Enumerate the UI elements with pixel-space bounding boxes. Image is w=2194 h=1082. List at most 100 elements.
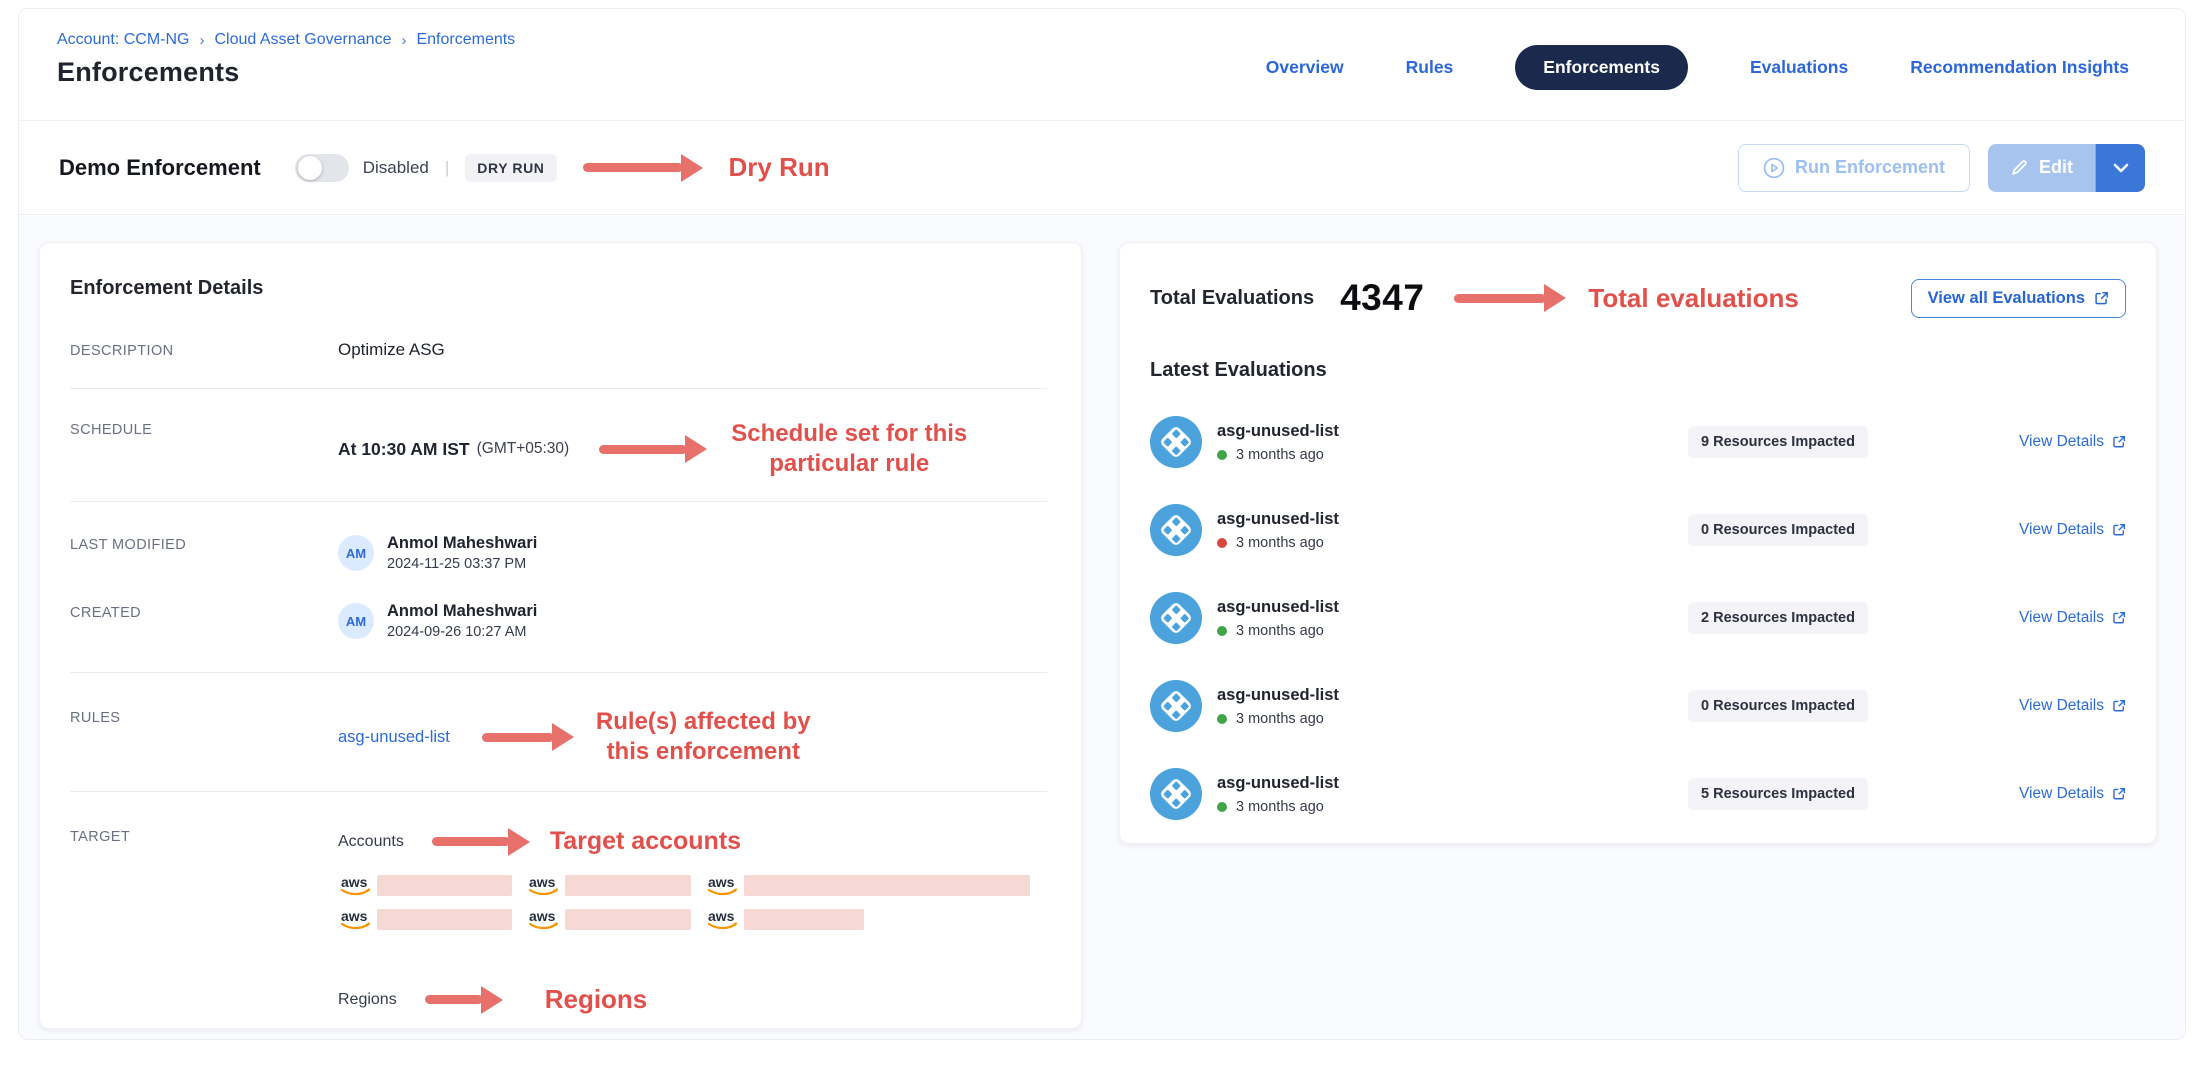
region-value: us-east-1 xyxy=(338,1038,1047,1040)
view-details-link[interactable]: View Details xyxy=(2019,433,2126,451)
play-circle-icon xyxy=(1763,157,1785,179)
view-all-evaluations-label: View all Evaluations xyxy=(1928,289,2085,308)
status-dot xyxy=(1217,626,1227,636)
aws-account-item: aws xyxy=(705,907,864,931)
edit-split-button: Edit xyxy=(1988,144,2145,192)
edit-button[interactable]: Edit xyxy=(1988,144,2095,192)
asg-rule-icon xyxy=(1150,504,1202,556)
enforcement-name: Demo Enforcement xyxy=(59,155,261,181)
annotation-arrow xyxy=(432,828,530,856)
evaluation-rule-name[interactable]: asg-unused-list xyxy=(1217,774,1339,793)
svg-text:aws: aws xyxy=(529,874,556,890)
evaluation-rule-name[interactable]: asg-unused-list xyxy=(1217,598,1339,617)
external-link-icon xyxy=(2112,435,2126,449)
accounts-label: Accounts xyxy=(338,833,404,851)
toggle-knob xyxy=(298,156,322,180)
rules-label: RULES xyxy=(70,707,338,726)
page-title: Enforcements xyxy=(57,57,239,88)
evaluation-rule-name[interactable]: asg-unused-list xyxy=(1217,510,1339,529)
external-link-icon xyxy=(2112,523,2126,537)
enforcement-toolbar: Demo Enforcement Disabled | DRY RUN Dry … xyxy=(19,121,2185,215)
divider xyxy=(70,388,1047,389)
status-dot xyxy=(1217,802,1227,812)
evaluation-row: asg-unused-list 3 months ago 2 Resources… xyxy=(1150,592,2126,644)
aws-logo-icon: aws xyxy=(338,907,374,931)
rule-link[interactable]: asg-unused-list xyxy=(338,728,450,747)
view-details-link[interactable]: View Details xyxy=(2019,521,2126,539)
external-link-icon xyxy=(2112,787,2126,801)
aws-account-item: aws xyxy=(526,907,691,931)
evaluations-card: Total Evaluations 4347 Total evaluations… xyxy=(1119,242,2157,844)
aws-logo-icon: aws xyxy=(526,873,562,897)
last-modified-row: LAST MODIFIED AM Anmol Maheshwari 2024-1… xyxy=(70,534,1047,572)
schedule-value: At 10:30 AM IST xyxy=(338,439,470,460)
tab-overview[interactable]: Overview xyxy=(1266,57,1344,78)
evaluation-row: asg-unused-list 3 months ago 9 Resources… xyxy=(1150,416,2126,468)
evaluation-row: asg-unused-list 3 months ago 0 Resources… xyxy=(1150,504,2126,556)
breadcrumb-page[interactable]: Enforcements xyxy=(416,31,515,49)
run-enforcement-label: Run Enforcement xyxy=(1795,157,1945,178)
toolbar-actions: Run Enforcement Edit xyxy=(1738,144,2145,192)
target-label: TARGET xyxy=(70,826,338,845)
aws-logo-icon: aws xyxy=(705,873,741,897)
created-row: CREATED AM Anmol Maheshwari 2024-09-26 1… xyxy=(70,602,1047,640)
resources-impacted-badge: 0 Resources Impacted xyxy=(1688,514,1868,546)
dry-run-badge: DRY RUN xyxy=(465,154,556,182)
evaluation-rule-name[interactable]: asg-unused-list xyxy=(1217,422,1339,441)
aws-account-item: aws xyxy=(705,873,1030,897)
description-label: DESCRIPTION xyxy=(70,340,338,359)
svg-text:aws: aws xyxy=(341,908,368,924)
created-label: CREATED xyxy=(70,602,338,621)
created-date: 2024-09-26 10:27 AM xyxy=(387,624,537,640)
chevron-down-icon xyxy=(2113,163,2129,173)
status-dot xyxy=(1217,450,1227,460)
chevron-right-icon: › xyxy=(401,32,406,49)
tab-rules[interactable]: Rules xyxy=(1406,57,1454,78)
description-row: DESCRIPTION Optimize ASG xyxy=(70,340,1047,360)
annotation-arrow xyxy=(482,723,574,751)
status-dot xyxy=(1217,538,1227,548)
annotation-accounts: Target accounts xyxy=(550,826,741,857)
page-header: Account: CCM-NG › Cloud Asset Governance… xyxy=(19,9,2185,121)
annotation-arrow xyxy=(1454,284,1566,312)
annotation-rules: Rule(s) affected by this enforcement xyxy=(596,707,811,767)
evaluation-row: asg-unused-list 3 months ago 5 Resources… xyxy=(1150,768,2126,820)
edit-dropdown-button[interactable] xyxy=(2095,144,2145,192)
divider xyxy=(70,501,1047,502)
view-all-evaluations-button[interactable]: View all Evaluations xyxy=(1911,279,2126,318)
asg-rule-icon xyxy=(1150,416,1202,468)
annotation-arrow xyxy=(599,435,707,463)
target-accounts-list: aws aws xyxy=(338,873,1047,931)
asg-rule-icon xyxy=(1150,768,1202,820)
aws-logo-icon: aws xyxy=(338,873,374,897)
tab-evaluations[interactable]: Evaluations xyxy=(1750,57,1848,78)
target-row: TARGET Accounts Target accounts xyxy=(70,826,1047,1040)
evaluation-time-ago: 3 months ago xyxy=(1236,799,1324,815)
aws-logo-icon: aws xyxy=(705,907,741,931)
enforcement-details-card: Enforcement Details DESCRIPTION Optimize… xyxy=(39,242,1082,1029)
view-details-link[interactable]: View Details xyxy=(2019,697,2126,715)
asg-rule-icon xyxy=(1150,592,1202,644)
breadcrumb-module[interactable]: Cloud Asset Governance xyxy=(214,31,391,49)
resources-impacted-badge: 2 Resources Impacted xyxy=(1688,602,1868,634)
divider xyxy=(70,791,1047,792)
tab-enforcements[interactable]: Enforcements xyxy=(1515,45,1688,90)
redacted-account-id xyxy=(744,909,864,930)
edit-button-label: Edit xyxy=(2039,157,2073,178)
evaluation-time-ago: 3 months ago xyxy=(1236,711,1324,727)
external-link-icon xyxy=(2112,699,2126,713)
breadcrumb-account[interactable]: Account: CCM-NG xyxy=(57,31,189,49)
avatar: AM xyxy=(338,603,374,639)
view-details-link[interactable]: View Details xyxy=(2019,609,2126,627)
run-enforcement-button[interactable]: Run Enforcement xyxy=(1738,144,1970,192)
total-evaluations-label: Total Evaluations xyxy=(1150,287,1314,310)
svg-text:aws: aws xyxy=(708,908,735,924)
annotation-schedule: Schedule set for this particular rule xyxy=(731,419,967,479)
svg-text:aws: aws xyxy=(341,874,368,890)
view-details-link[interactable]: View Details xyxy=(2019,785,2126,803)
tab-recommendation-insights[interactable]: Recommendation Insights xyxy=(1910,57,2129,78)
divider: | xyxy=(445,158,449,178)
enabled-toggle[interactable] xyxy=(295,154,349,182)
evaluation-rule-name[interactable]: asg-unused-list xyxy=(1217,686,1339,705)
resources-impacted-badge: 9 Resources Impacted xyxy=(1688,426,1868,458)
